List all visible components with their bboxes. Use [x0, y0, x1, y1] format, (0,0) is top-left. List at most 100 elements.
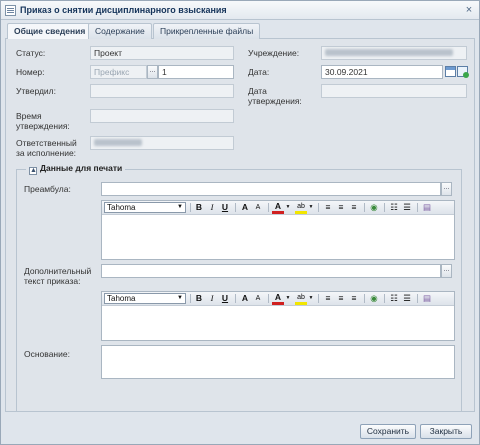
toolbar-divider	[190, 203, 191, 212]
responsible-label-2: за исполнение:	[16, 148, 77, 158]
italic-button[interactable]: I	[206, 293, 218, 304]
preamble-input[interactable]	[101, 182, 441, 196]
bold-button[interactable]: B	[193, 293, 205, 304]
approval-date-field	[321, 84, 467, 98]
document-icon	[5, 5, 16, 16]
preamble-text-area[interactable]	[102, 215, 454, 259]
chevron-down-icon[interactable]: ▼	[285, 202, 291, 213]
source-edit-icon[interactable]: ▤	[421, 202, 433, 213]
shrink-font-button[interactable]: A	[252, 202, 264, 213]
ordered-list-icon[interactable]: ☷	[388, 202, 400, 213]
window-title: Приказ о снятии дисциплинарного взыскани…	[20, 5, 227, 15]
save-button[interactable]: Сохранить	[360, 424, 416, 439]
number-prefix-placeholder: Префикс	[94, 67, 130, 77]
highlight-button[interactable]: ab	[295, 202, 307, 214]
date-value: 30.09.2021	[325, 67, 368, 77]
tab-attached-files[interactable]: Прикрепленные файлы	[153, 23, 261, 39]
responsible-value-redacted	[94, 139, 142, 146]
toolbar-divider	[384, 294, 385, 303]
shrink-font-button[interactable]: A	[252, 293, 264, 304]
toolbar-divider	[417, 203, 418, 212]
status-label: Статус:	[16, 48, 46, 58]
calendar-icon[interactable]	[445, 66, 456, 77]
source-edit-icon[interactable]: ▤	[421, 293, 433, 304]
close-icon[interactable]: ×	[463, 4, 475, 16]
print-data-title: Данные для печати	[40, 163, 123, 173]
date-action-icon[interactable]	[457, 66, 469, 78]
toolbar-divider	[235, 203, 236, 212]
responsible-label-1: Ответственный	[16, 138, 77, 148]
bullet-list-icon[interactable]: ☰	[401, 293, 413, 304]
preamble-editor: Tahoma ▼ B I U A A A ▼ ab ▼ ≡ ≡ ≡ ◉ ☷ ☰ …	[101, 200, 455, 260]
toolbar-divider	[268, 294, 269, 303]
toolbar-divider	[318, 203, 319, 212]
bold-button[interactable]: B	[193, 202, 205, 213]
status-value: Проект	[94, 48, 122, 58]
italic-button[interactable]: I	[206, 202, 218, 213]
underline-button[interactable]: U	[219, 293, 231, 304]
toolbar-divider	[417, 294, 418, 303]
preamble-label: Преамбула:	[24, 184, 71, 194]
dialog-window: Приказ о снятии дисциплинарного взыскани…	[0, 0, 480, 445]
additional-text-input[interactable]	[101, 264, 441, 278]
number-label: Номер:	[16, 67, 45, 77]
close-button[interactable]: Закрыть	[420, 424, 472, 439]
additional-text-label-1: Дополнительный	[24, 266, 92, 276]
chevron-down-icon[interactable]: ▼	[308, 293, 314, 304]
tab-bar: Общие сведения Содержание Прикрепленные …	[5, 23, 475, 40]
institution-label: Учреждение:	[248, 48, 300, 58]
number-value: 1	[162, 67, 167, 77]
additional-text-picker-button[interactable]: ...	[441, 264, 452, 278]
align-left-icon[interactable]: ≡	[322, 202, 334, 213]
chevron-down-icon[interactable]: ▼	[285, 293, 291, 304]
additional-text-label-2: текст приказа:	[24, 276, 81, 286]
collapse-icon[interactable]: ▲	[29, 167, 37, 175]
bullet-list-icon[interactable]: ☰	[401, 202, 413, 213]
align-left-icon[interactable]: ≡	[322, 293, 334, 304]
tab-content[interactable]: Содержание	[88, 23, 152, 39]
tab-general[interactable]: Общие сведения	[7, 23, 93, 40]
grow-font-button[interactable]: A	[239, 293, 251, 304]
align-right-icon[interactable]: ≡	[348, 293, 360, 304]
status-field: Проект	[90, 46, 234, 60]
responsible-field	[90, 136, 234, 150]
prefix-picker-button[interactable]: ...	[147, 65, 158, 79]
chevron-down-icon: ▼	[177, 204, 183, 210]
number-prefix-input[interactable]: Префикс	[90, 65, 147, 79]
highlight-button[interactable]: ab	[295, 293, 307, 305]
tab-panel-general: Статус: Проект Номер: Префикс ... 1 Утве…	[5, 39, 475, 412]
font-name: Tahoma	[107, 294, 136, 303]
toolbar-divider	[364, 203, 365, 212]
approved-by-label: Утвердил:	[16, 86, 57, 96]
chevron-down-icon: ▼	[177, 295, 183, 301]
additional-text-editor: Tahoma ▼ B I U A A A ▼ ab ▼ ≡ ≡ ≡ ◉ ☷ ☰ …	[101, 291, 455, 341]
font-color-button[interactable]: A	[272, 293, 284, 305]
print-data-legend[interactable]: ▲ Данные для печати	[26, 163, 126, 175]
toolbar-divider	[364, 294, 365, 303]
title-bar[interactable]: Приказ о снятии дисциплинарного взыскани…	[1, 1, 479, 20]
ordered-list-icon[interactable]: ☷	[388, 293, 400, 304]
toolbar-divider	[190, 294, 191, 303]
basis-text-area[interactable]	[101, 345, 455, 379]
preamble-picker-button[interactable]: ...	[441, 182, 452, 196]
font-select[interactable]: Tahoma ▼	[104, 202, 186, 213]
font-color-button[interactable]: A	[272, 202, 284, 214]
date-label: Дата:	[248, 67, 270, 77]
basis-label: Основание:	[24, 349, 70, 359]
grow-font-button[interactable]: A	[239, 202, 251, 213]
toolbar-divider	[318, 294, 319, 303]
align-center-icon[interactable]: ≡	[335, 202, 347, 213]
date-input[interactable]: 30.09.2021	[321, 65, 443, 79]
approval-date-label-2: утверждения:	[248, 96, 302, 106]
approval-time-label-1: Время	[16, 111, 42, 121]
link-icon[interactable]: ◉	[368, 202, 380, 213]
additional-text-area[interactable]	[102, 306, 454, 340]
font-select[interactable]: Tahoma ▼	[104, 293, 186, 304]
chevron-down-icon[interactable]: ▼	[308, 202, 314, 213]
institution-field	[321, 46, 467, 60]
link-icon[interactable]: ◉	[368, 293, 380, 304]
number-input[interactable]: 1	[158, 65, 234, 79]
align-center-icon[interactable]: ≡	[335, 293, 347, 304]
align-right-icon[interactable]: ≡	[348, 202, 360, 213]
underline-button[interactable]: U	[219, 202, 231, 213]
